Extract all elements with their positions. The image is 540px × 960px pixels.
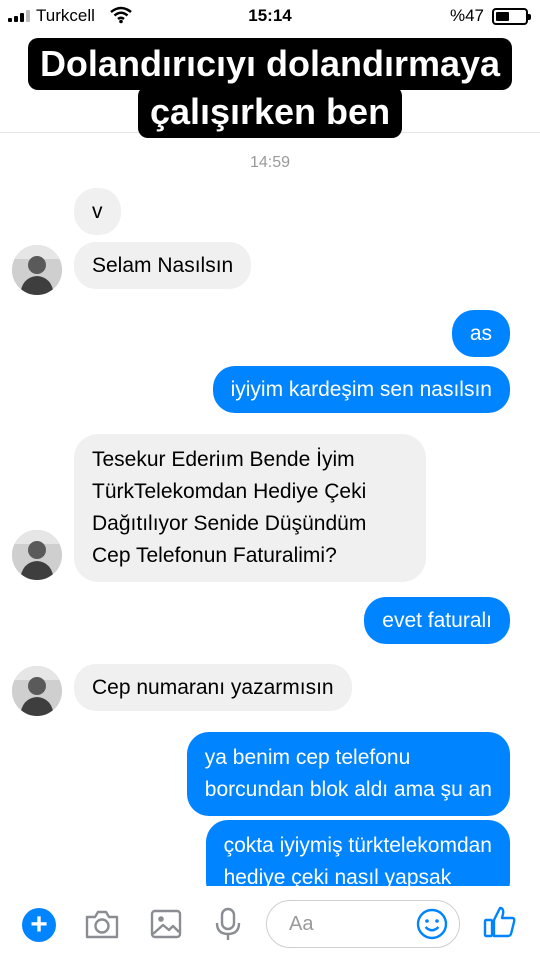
avatar-photo-icon — [12, 245, 62, 295]
avatar-photo-icon — [12, 530, 62, 580]
battery-percent: %47 — [449, 6, 484, 25]
message-composer: + Aa — [0, 886, 540, 960]
caption-line-1: Dolandırıcıyı dolandırmaya — [27, 38, 513, 90]
message-bubble-outgoing[interactable]: ya benim cep telefonu borcundan blok ald… — [186, 732, 510, 816]
message-input-placeholder: Aa — [289, 913, 314, 935]
message-bubble-outgoing[interactable]: evet faturalı — [364, 597, 510, 644]
message-input[interactable]: Aa — [266, 900, 460, 948]
avatar-photo-icon — [12, 666, 62, 716]
image-icon[interactable] — [146, 904, 186, 944]
message-bubble-incoming[interactable]: v — [74, 188, 121, 235]
battery-icon — [492, 8, 531, 25]
message-bubble-incoming[interactable]: Cep numaranı yazarmısın — [74, 664, 352, 711]
message-bubble-outgoing[interactable]: as — [451, 310, 510, 357]
chat-timestamp: 14:59 — [249, 154, 291, 171]
plus-icon[interactable]: + — [22, 908, 56, 942]
contact-avatar[interactable] — [12, 530, 62, 580]
message-bubble-outgoing[interactable]: iyiyim kardeşim sen nasılsın — [212, 366, 510, 413]
caption-overlay: Dolandırıcıyı dolandırmaya çalışırken be… — [0, 38, 540, 138]
contact-avatar[interactable] — [12, 666, 62, 716]
battery-fill — [496, 12, 509, 21]
camera-icon[interactable] — [82, 904, 122, 944]
contact-avatar[interactable] — [12, 245, 62, 295]
thumbs-up-icon[interactable] — [480, 902, 520, 942]
message-bubble-incoming[interactable]: Selam Nasılsın — [74, 242, 252, 289]
smiley-icon[interactable] — [415, 907, 449, 941]
message-bubble-incoming[interactable]: Tesekur Ederiım Bende İyim TürkTelekomda… — [74, 434, 426, 582]
microphone-icon[interactable] — [208, 904, 248, 944]
status-bar: Turkcell 15:14 %47 — [0, 0, 540, 32]
caption-line-2: çalışırken ben — [137, 86, 403, 138]
